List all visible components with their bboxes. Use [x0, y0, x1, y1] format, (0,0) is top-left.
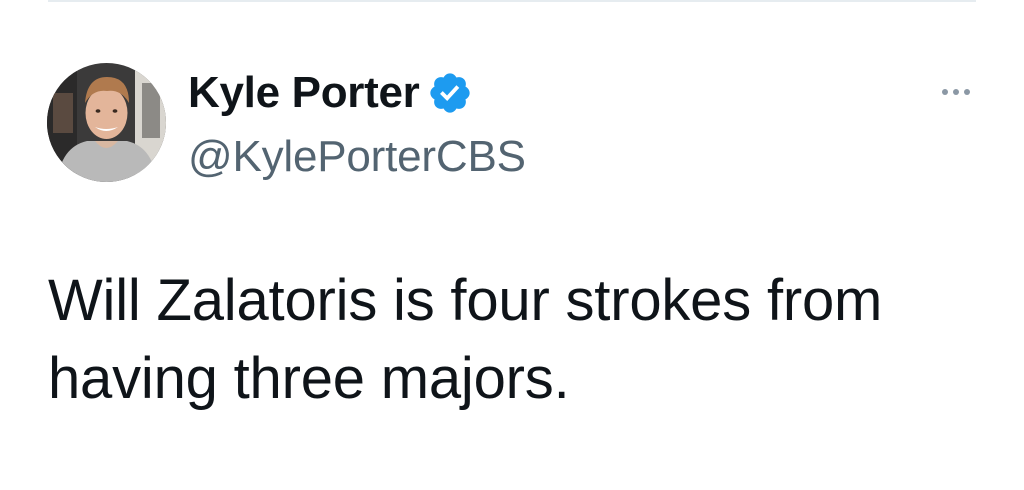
more-horizontal-icon-dot — [964, 89, 970, 95]
author-handle[interactable]: @KylePorterCBS — [188, 130, 526, 184]
top-divider — [48, 0, 976, 2]
avatar-photo-icon — [47, 63, 166, 182]
author-name-row[interactable]: Kyle Porter — [188, 66, 473, 120]
verified-badge-icon — [427, 70, 473, 116]
more-options-button[interactable] — [932, 80, 980, 104]
author-avatar[interactable] — [47, 63, 166, 182]
more-horizontal-icon-dot — [953, 89, 959, 95]
more-horizontal-icon — [942, 89, 948, 95]
author-display-name[interactable]: Kyle Porter — [188, 66, 420, 120]
tweet-text: Will Zalatoris is four strokes from havi… — [48, 268, 883, 411]
